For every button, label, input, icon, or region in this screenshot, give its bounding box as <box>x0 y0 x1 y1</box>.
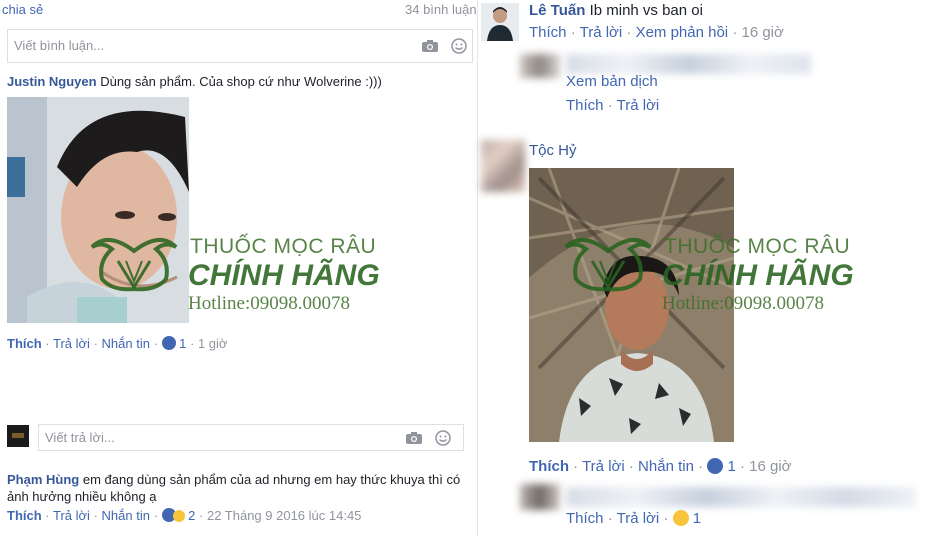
camera-icon[interactable] <box>405 431 423 445</box>
comment-author[interactable]: Phạm Hùng <box>7 472 79 487</box>
watermark-logo <box>88 231 180 293</box>
like-link[interactable]: Thích <box>7 336 42 351</box>
reply-link[interactable]: Trả lời <box>53 336 90 351</box>
comment-author[interactable]: Justin Nguyen <box>7 74 97 89</box>
comment-time[interactable]: 16 giờ <box>741 24 783 41</box>
comment-text-line1: em đang dùng sản phẩm của ad nhưng em ha… <box>82 472 461 487</box>
redacted-reply-text <box>566 54 811 74</box>
avatar[interactable] <box>481 3 519 41</box>
reply-input[interactable]: Viết trả lời... <box>38 424 464 451</box>
comment-justin: Justin Nguyen Dùng sản phẩm. Của shop cứ… <box>7 74 382 89</box>
watermark-line1: THUỐC MỌC RÂU <box>664 235 851 258</box>
watermark-logo <box>562 231 654 293</box>
comment-author[interactable]: Lê Tuấn <box>529 2 585 19</box>
message-link[interactable]: Nhắn tin <box>102 336 150 351</box>
reaction-count[interactable]: 2 <box>188 508 195 523</box>
haha-reaction-icon[interactable] <box>672 510 689 526</box>
watermark-line2: CHÍNH HÃNG <box>662 259 854 292</box>
reply-link[interactable]: Trả lời <box>617 97 660 114</box>
reply-actions: Thích · Trả lời · 1 <box>566 510 702 527</box>
like-reaction-icon[interactable] <box>707 458 724 474</box>
comment-text-line2: ảnh hưởng nhiều không ạ <box>7 489 157 504</box>
message-link[interactable]: Nhắn tin <box>102 508 150 523</box>
comment-actions: Thích · Trả lời · Nhắn tin · 1 · 16 giờ <box>529 458 792 475</box>
comment-time[interactable]: 16 giờ <box>749 458 791 475</box>
watermark-line1: THUỐC MỌC RÂU <box>190 235 377 258</box>
like-link[interactable]: Thích <box>529 24 567 41</box>
emoji-icon[interactable] <box>451 38 467 54</box>
comment-text: Dùng sản phẩm. Của shop cứ như Wolverine… <box>100 74 382 89</box>
avatar[interactable] <box>481 140 525 192</box>
left-comments-panel: chia sẻ 34 bình luận Viết bình luận... J… <box>0 0 478 536</box>
comment-pham-hung: Phạm Hùng em đang dùng sản phẩm của ad n… <box>7 471 475 505</box>
reply-link[interactable]: Trả lời <box>580 24 623 41</box>
avatar[interactable] <box>7 425 29 447</box>
watermark-line3: Hotline:09098.00078 <box>188 293 351 314</box>
comment-count[interactable]: 34 bình luận <box>405 2 477 17</box>
reaction-count[interactable]: 1 <box>179 336 186 351</box>
comment-text: Ib minh vs ban oi <box>589 2 703 19</box>
comment-author[interactable]: Tộc Hỷ <box>529 142 577 159</box>
comment-time[interactable]: 22 Tháng 9 2016 lúc 14:45 <box>207 508 361 523</box>
reaction-count[interactable]: 1 <box>693 510 701 527</box>
like-link[interactable]: Thích <box>566 510 604 527</box>
see-replies-link[interactable]: Xem phản hồi <box>636 24 729 41</box>
avatar[interactable] <box>520 484 560 510</box>
camera-icon[interactable] <box>421 39 439 53</box>
share-link[interactable]: chia sẻ <box>2 2 43 17</box>
comment-le-tuan: Lê Tuấn Ib minh vs ban oi <box>529 2 703 19</box>
reply-link[interactable]: Trả lời <box>617 510 660 527</box>
reaction-count[interactable]: 1 <box>727 458 735 475</box>
like-link[interactable]: Thích <box>566 97 604 114</box>
comment-placeholder: Viết bình luận... <box>14 38 105 53</box>
right-comments-panel: Lê Tuấn Ib minh vs ban oi Thích · Trả lờ… <box>478 0 932 536</box>
comment-time[interactable]: 1 giờ <box>198 336 228 351</box>
reply-actions: Thích · Trả lời <box>566 97 660 114</box>
redacted-reply-text <box>566 487 916 507</box>
see-translation-link[interactable]: Xem bản dịch <box>566 73 658 90</box>
emoji-icon[interactable] <box>435 430 451 446</box>
avatar[interactable] <box>520 54 560 78</box>
like-reaction-icon[interactable] <box>161 336 176 350</box>
reply-link[interactable]: Trả lời <box>582 458 625 475</box>
like-link[interactable]: Thích <box>529 458 569 475</box>
like-link[interactable]: Thích <box>7 508 42 523</box>
comment-input[interactable]: Viết bình luận... <box>7 29 473 63</box>
comment-actions: Thích · Trả lời · Nhắn tin · 2 · 22 Thán… <box>7 508 362 523</box>
wow-reaction-icon[interactable] <box>172 510 185 522</box>
watermark-line3: Hotline:09098.00078 <box>662 293 825 314</box>
reply-link[interactable]: Trả lời <box>53 508 90 523</box>
reply-placeholder: Viết trả lời... <box>45 430 115 445</box>
comment-actions: Thích · Trả lời · Xem phản hồi · 16 giờ <box>529 24 784 41</box>
watermark-line2: CHÍNH HÃNG <box>188 259 380 292</box>
comment-actions: Thích · Trả lời · Nhắn tin · 1 · 1 giờ <box>7 336 228 351</box>
message-link[interactable]: Nhắn tin <box>638 458 694 475</box>
